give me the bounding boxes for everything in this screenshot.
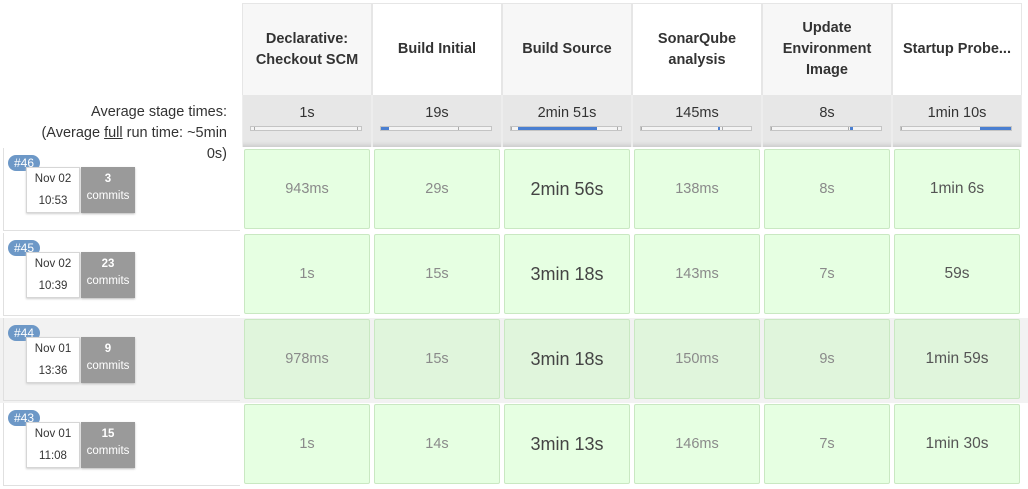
average-time-value: 2min 51s: [537, 105, 597, 121]
bar-tick: [901, 127, 902, 130]
stage-duration-cell[interactable]: 1min 59s: [894, 319, 1020, 399]
stage-duration-cell[interactable]: 29s: [374, 149, 500, 229]
commits-label: commits: [86, 275, 130, 287]
average-time-bar: [510, 126, 622, 131]
commits-button[interactable]: 23 commits: [81, 252, 135, 298]
build-date-time: 11:08: [39, 450, 67, 462]
build-date-day: Nov 01: [34, 428, 72, 440]
average-full-run-time-label: (Average full run time: ~5min: [20, 123, 227, 144]
stage-header-5: Update Environment Image: [762, 3, 892, 95]
commits-button[interactable]: 9 commits: [81, 337, 135, 383]
stage-duration-cell[interactable]: 15s: [374, 234, 500, 314]
average-time-cell: 145ms: [632, 95, 762, 147]
stage-duration-cell[interactable]: 943ms: [244, 149, 370, 229]
stage-duration-cell[interactable]: 150ms: [634, 319, 760, 399]
bar-tick: [641, 127, 642, 130]
build-date-day: Nov 02: [34, 173, 72, 185]
stage-duration-cell[interactable]: 7s: [764, 234, 890, 314]
build-date: Nov 01 13:36: [26, 337, 80, 383]
bar-tick: [616, 127, 618, 130]
build-date-time: 10:39: [38, 280, 68, 292]
bar-tick: [356, 127, 358, 130]
commits-label: commits: [86, 190, 130, 202]
average-time-bar-fill: [517, 127, 597, 130]
average-time-bar: [640, 126, 752, 131]
stage-duration-cell[interactable]: 138ms: [634, 149, 760, 229]
build-date-time: 10:53: [38, 195, 68, 207]
average-time-bar: [250, 126, 362, 131]
average-time-value: 145ms: [675, 105, 719, 121]
bar-tick: [771, 127, 772, 130]
average-time-bar-fill: [980, 127, 1011, 130]
stage-header-1: Declarative: Checkout SCM: [242, 3, 372, 95]
stage-duration-cell[interactable]: 15s: [374, 319, 500, 399]
stage-duration-cell[interactable]: 3min 18s: [504, 319, 630, 399]
stage-header-2: Build Initial: [372, 3, 502, 95]
commits-count: 23: [101, 258, 115, 270]
average-time-bar: [770, 126, 882, 131]
average-time-cell: 1s: [242, 95, 372, 147]
average-time-value: 1s: [299, 105, 315, 121]
stage-duration-cell[interactable]: 1min 30s: [894, 404, 1020, 484]
stage-duration-cell[interactable]: 2min 56s: [504, 149, 630, 229]
avg-full-suffix: run time: ~5min: [122, 125, 227, 141]
stage-duration-cell[interactable]: 7s: [764, 404, 890, 484]
stage-header-6: Startup Probe...: [892, 3, 1022, 95]
average-time-value: 19s: [425, 105, 449, 121]
stage-duration-cell[interactable]: 978ms: [244, 319, 370, 399]
average-time-bar-fill: [718, 127, 720, 130]
bar-tick: [848, 127, 849, 130]
commits-button[interactable]: 3 commits: [81, 167, 135, 213]
average-time-bar: [380, 126, 492, 131]
stage-duration-cell[interactable]: 1s: [244, 234, 370, 314]
stage-header-3: Build Source: [502, 3, 632, 95]
average-stage-times-label: Average stage times:: [91, 104, 227, 120]
build-date: Nov 02 10:39: [26, 252, 80, 298]
full-run-link[interactable]: full: [104, 125, 123, 141]
commits-button[interactable]: 15 commits: [81, 422, 135, 468]
commits-count: 9: [104, 343, 112, 355]
bar-tick: [722, 127, 724, 130]
build-date: Nov 01 11:08: [26, 422, 80, 468]
average-time-cell: 8s: [762, 95, 892, 147]
commits-count: 15: [101, 428, 115, 440]
stage-duration-cell[interactable]: 3min 18s: [504, 234, 630, 314]
commits-label: commits: [86, 445, 130, 457]
build-date-time: 13:36: [38, 365, 68, 377]
average-time-bar: [900, 126, 1012, 131]
commits-count: 3: [104, 173, 112, 185]
bar-tick: [511, 127, 512, 130]
stage-duration-cell[interactable]: 3min 13s: [504, 404, 630, 484]
stage-duration-cell[interactable]: 9s: [764, 319, 890, 399]
average-time-cell: 1min 10s: [892, 95, 1022, 147]
bar-tick: [254, 127, 256, 130]
stage-header-4: SonarQube analysis: [632, 3, 762, 95]
stage-duration-cell[interactable]: 1s: [244, 404, 370, 484]
stage-duration-cell[interactable]: 8s: [764, 149, 890, 229]
commits-label: commits: [86, 360, 130, 372]
average-time-value: 8s: [819, 105, 835, 121]
build-date: Nov 02 10:53: [26, 167, 80, 213]
build-date-day: Nov 01: [34, 343, 72, 355]
stage-duration-cell[interactable]: 146ms: [634, 404, 760, 484]
stage-duration-cell[interactable]: 14s: [374, 404, 500, 484]
avg-full-prefix: (Average: [41, 125, 105, 141]
average-time-value: 1min 10s: [927, 105, 987, 121]
stage-duration-cell[interactable]: 59s: [894, 234, 1020, 314]
stage-duration-cell[interactable]: 1min 6s: [894, 149, 1020, 229]
average-time-bar-fill: [381, 127, 389, 130]
build-date-day: Nov 02: [34, 258, 72, 270]
stage-duration-cell[interactable]: 143ms: [634, 234, 760, 314]
average-time-bar-fill: [850, 127, 854, 130]
average-time-cell: 2min 51s: [502, 95, 632, 147]
stage-view: Declarative: Checkout SCM Build Initial Bu…: [0, 0, 1028, 489]
bar-tick: [458, 127, 459, 130]
average-time-cell: 19s: [372, 95, 502, 147]
